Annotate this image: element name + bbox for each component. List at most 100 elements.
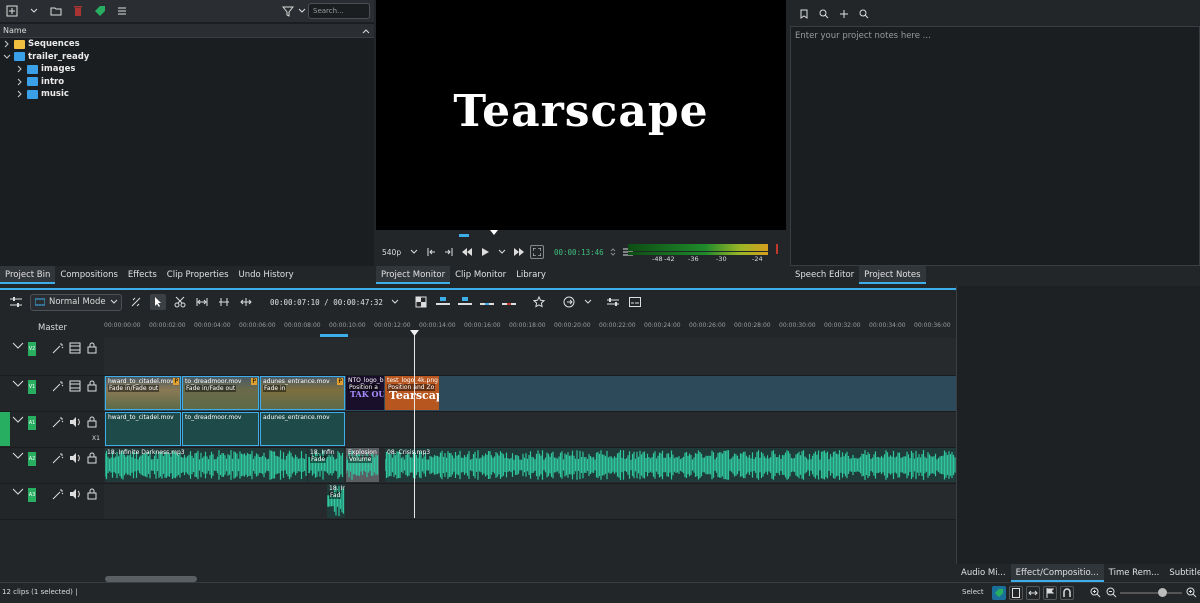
timeline-tracks[interactable]: hward_to_citadel.mov Fade in/Fade out Pto_… xyxy=(104,338,956,578)
chevron-right-icon[interactable] xyxy=(16,65,24,73)
timeline-clip[interactable]: 18. In Fad xyxy=(327,484,345,518)
chevron-right-icon[interactable] xyxy=(16,78,24,86)
lock-icon[interactable] xyxy=(87,452,99,464)
lock-icon[interactable] xyxy=(87,488,99,500)
tab-audio-mi[interactable]: Audio Mi... xyxy=(956,564,1011,582)
tab-undo-history[interactable]: Undo History xyxy=(234,266,299,284)
delete-icon[interactable] xyxy=(70,3,86,19)
track-a2[interactable]: 18. Infinite Darkness.mp3 18. Infin Fade Ex… xyxy=(104,448,956,484)
timeline-clip[interactable]: adunes_entrance.mov Fade in P xyxy=(260,376,345,410)
play-icon[interactable] xyxy=(478,248,492,256)
timeline-clip[interactable]: 18. Infinite Darkness.mp3 xyxy=(105,448,307,482)
zoom-out-icon[interactable] xyxy=(1106,587,1117,598)
tab-library[interactable]: Library xyxy=(511,266,551,284)
ripple-tool-icon[interactable] xyxy=(216,294,232,310)
chevron-down-icon[interactable] xyxy=(496,248,508,256)
flag-icon[interactable] xyxy=(1043,586,1057,600)
add-clip-icon[interactable] xyxy=(4,3,20,19)
chevron-down-icon[interactable] xyxy=(12,416,24,428)
chevron-down-icon[interactable] xyxy=(408,248,420,256)
chevron-up-icon[interactable] xyxy=(362,28,370,34)
chevron-right-icon[interactable] xyxy=(16,90,24,98)
timeline-clip[interactable]: 18. Infin Fade xyxy=(308,448,344,482)
bin-folder-item[interactable]: music xyxy=(0,88,374,101)
track-v1[interactable]: hward_to_citadel.mov Fade in/Fade out Pto_… xyxy=(104,376,956,412)
bin-folder-item[interactable]: Sequences xyxy=(0,38,374,51)
spinner-icon[interactable] xyxy=(608,247,618,257)
tab-clip-monitor[interactable]: Clip Monitor xyxy=(450,266,511,284)
chevron-down-icon[interactable] xyxy=(12,488,24,500)
zoom-select[interactable]: 540p xyxy=(382,248,404,257)
subtitle-icon[interactable] xyxy=(627,294,643,310)
chevron-down-icon[interactable] xyxy=(26,3,42,19)
zoom-in-icon[interactable] xyxy=(1090,587,1101,598)
folder-icon[interactable] xyxy=(48,3,64,19)
bin-folder-item[interactable]: trailer_ready xyxy=(0,51,374,64)
edit-mode-select[interactable]: Normal Mode xyxy=(30,293,122,311)
chevron-down-icon[interactable] xyxy=(12,342,24,354)
bin-folder-item[interactable]: images xyxy=(0,63,374,76)
timeline-zone[interactable] xyxy=(320,334,348,337)
track-a3[interactable]: 18. In Fad xyxy=(104,484,956,520)
tab-subtitles[interactable]: Subtitles xyxy=(1164,564,1200,582)
tab-project-monitor[interactable]: Project Monitor xyxy=(376,266,451,284)
extract-zone-icon[interactable] xyxy=(479,294,495,310)
effects-wand-icon[interactable] xyxy=(52,488,64,500)
zoom-slider-track[interactable] xyxy=(1120,592,1182,594)
timeline-clip[interactable]: TAK OUTNTO_logo_bPosition a xyxy=(346,376,384,410)
link-tracks-icon[interactable] xyxy=(128,294,144,310)
timeline-ruler[interactable]: 00:00:00:00 00:00:02:00 00:00:04:00 00:00:0… xyxy=(104,318,956,338)
lock-icon[interactable] xyxy=(87,342,99,354)
timeline-clip[interactable]: Explosion Volume xyxy=(346,448,379,482)
add-marker-icon[interactable] xyxy=(561,294,577,310)
monitor-ruler[interactable] xyxy=(376,230,786,238)
track-a1[interactable]: hward_to_citadel.mov to_dreadmoor.mov adun… xyxy=(104,412,956,448)
tab-effect-compositio[interactable]: Effect/Compositio... xyxy=(1010,564,1104,582)
timeline-playhead[interactable] xyxy=(410,330,419,518)
search-person-icon[interactable] xyxy=(818,9,830,19)
tab-effects[interactable]: Effects xyxy=(123,266,162,284)
film-icon[interactable] xyxy=(69,380,81,392)
set-out-point-icon[interactable] xyxy=(442,247,456,257)
speaker-icon[interactable] xyxy=(69,416,81,428)
fast-forward-icon[interactable] xyxy=(512,248,526,256)
tab-time-rem[interactable]: Time Rem... xyxy=(1104,564,1165,582)
overwrite-clip-icon[interactable] xyxy=(457,294,473,310)
speaker-icon[interactable] xyxy=(69,488,81,500)
bin-folder-item[interactable]: intro xyxy=(0,76,374,89)
tag-icon[interactable] xyxy=(992,586,1006,600)
bookmark-icon[interactable] xyxy=(798,9,810,19)
bin-search-input[interactable]: Search... xyxy=(308,3,370,19)
slip-tool-icon[interactable] xyxy=(238,294,254,310)
select-tool-icon[interactable] xyxy=(150,294,166,310)
tab-speech-editor[interactable]: Speech Editor xyxy=(790,266,859,284)
monitor-playhead-icon[interactable] xyxy=(490,230,498,236)
lock-icon[interactable] xyxy=(87,416,99,428)
lock-icon[interactable] xyxy=(87,380,99,392)
effects-wand-icon[interactable] xyxy=(52,416,64,428)
zoom-in-icon[interactable] xyxy=(1186,587,1197,598)
chevron-down-icon[interactable] xyxy=(12,452,24,464)
chevron-down-icon[interactable] xyxy=(389,298,401,306)
chevron-down-icon[interactable] xyxy=(583,298,593,306)
speaker-icon[interactable] xyxy=(69,452,81,464)
timeline-timecode[interactable]: 00:00:07:10 / 00:00:47:32 xyxy=(270,298,383,307)
effects-wand-icon[interactable] xyxy=(52,452,64,464)
timeline-clip[interactable]: to_dreadmoor.mov Fade in/Fade out P xyxy=(182,376,259,410)
split-view-icon[interactable] xyxy=(413,294,429,310)
timeline-clip[interactable]: hward_to_citadel.mov Fade in/Fade out P xyxy=(105,376,181,410)
tab-project-notes[interactable]: Project Notes xyxy=(859,266,926,284)
lift-zone-icon[interactable] xyxy=(501,294,517,310)
chevron-down-icon[interactable] xyxy=(12,380,24,392)
tab-compositions[interactable]: Compositions xyxy=(55,266,123,284)
insert-clip-icon[interactable] xyxy=(435,294,451,310)
column-header-name[interactable]: Name xyxy=(0,24,374,38)
fullscreen-icon[interactable] xyxy=(530,245,544,259)
track-v2[interactable] xyxy=(104,338,956,376)
add-icon[interactable] xyxy=(838,9,850,19)
favorite-star-icon[interactable] xyxy=(531,294,547,310)
timeline-clip[interactable]: hward_to_citadel.mov xyxy=(105,412,181,446)
timeline-clip[interactable]: adunes_entrance.mov xyxy=(260,412,345,446)
zoom-slider-handle[interactable] xyxy=(1158,588,1167,597)
mixer-icon[interactable] xyxy=(605,294,621,310)
